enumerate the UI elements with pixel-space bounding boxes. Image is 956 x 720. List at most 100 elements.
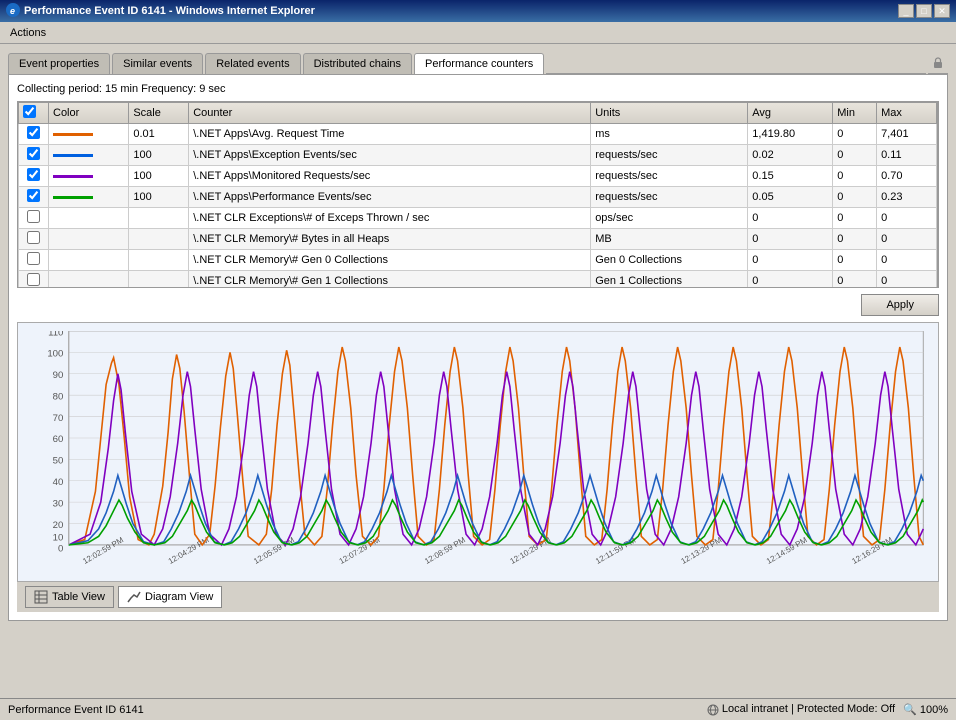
- app-icon: e: [6, 3, 20, 20]
- row-checkbox-1[interactable]: [27, 147, 40, 160]
- diagram-icon: [127, 590, 141, 604]
- table-row: 100\.NET Apps\Exception Events/secreques…: [19, 145, 937, 166]
- tab-related-events[interactable]: Related events: [205, 53, 300, 74]
- table-row: 100\.NET Apps\Performance Events/secrequ…: [19, 187, 937, 208]
- avg-cell-7: 0: [748, 271, 833, 288]
- min-cell-7: 0: [833, 271, 877, 288]
- scale-cell-2: 100: [129, 166, 189, 187]
- units-cell-1: requests/sec: [591, 145, 748, 166]
- svg-text:10: 10: [53, 533, 64, 544]
- chart-svg: 110 100 90 80 70 60 50 40 30 20 10 0 12:…: [26, 331, 934, 577]
- avg-cell-1: 0.02: [748, 145, 833, 166]
- scale-cell-6: [129, 250, 189, 271]
- svg-text:110: 110: [48, 331, 63, 338]
- table-row: \.NET CLR Exceptions\# of Exceps Thrown …: [19, 208, 937, 229]
- table-view-label: Table View: [52, 591, 105, 603]
- close-button[interactable]: ✕: [934, 4, 950, 18]
- counter-cell-0: \.NET Apps\Avg. Request Time: [189, 124, 591, 145]
- tab-distributed-chains[interactable]: Distributed chains: [303, 53, 412, 74]
- avg-cell-2: 0.15: [748, 166, 833, 187]
- window-title: Performance Event ID 6141 - Windows Inte…: [24, 5, 315, 17]
- color-swatch-3: [53, 196, 93, 199]
- zoom-level: 🔍 100%: [903, 703, 948, 716]
- row-checkbox-7[interactable]: [27, 273, 40, 286]
- status-bar: Performance Event ID 6141 Local intranet…: [0, 698, 956, 720]
- color-cell-2: [49, 166, 129, 187]
- avg-cell-6: 0: [748, 250, 833, 271]
- main-content: Event properties Similar events Related …: [0, 44, 956, 676]
- minimize-button[interactable]: _: [898, 4, 914, 18]
- color-cell-3: [49, 187, 129, 208]
- table-view-tab[interactable]: Table View: [25, 586, 114, 608]
- row-checkbox-5[interactable]: [27, 231, 40, 244]
- svg-text:80: 80: [53, 391, 64, 402]
- counter-cell-7: \.NET CLR Memory\# Gen 1 Collections: [189, 271, 591, 288]
- counter-cell-6: \.NET CLR Memory\# Gen 0 Collections: [189, 250, 591, 271]
- tab-similar-events[interactable]: Similar events: [112, 53, 203, 74]
- color-cell-0: [49, 124, 129, 145]
- max-cell-3: 0.23: [877, 187, 937, 208]
- tab-performance-counters[interactable]: Performance counters: [414, 53, 544, 74]
- row-checkbox-6[interactable]: [27, 252, 40, 265]
- units-cell-0: ms: [591, 124, 748, 145]
- row-checkbox-4[interactable]: [27, 210, 40, 223]
- row-checkbox-0[interactable]: [27, 126, 40, 139]
- counter-cell-3: \.NET Apps\Performance Events/sec: [189, 187, 591, 208]
- max-cell-4: 0: [877, 208, 937, 229]
- col-max: Max: [877, 103, 937, 124]
- counter-table: Color Scale Counter Units Avg Min Max 0.…: [18, 102, 937, 287]
- actions-menu[interactable]: Actions: [4, 25, 52, 41]
- min-cell-4: 0: [833, 208, 877, 229]
- table-icon: [34, 590, 48, 604]
- table-scroll[interactable]: Color Scale Counter Units Avg Min Max 0.…: [18, 102, 938, 287]
- min-cell-5: 0: [833, 229, 877, 250]
- diagram-view-label: Diagram View: [145, 591, 213, 603]
- min-cell-1: 0: [833, 145, 877, 166]
- col-check: [19, 103, 49, 124]
- col-scale: Scale: [129, 103, 189, 124]
- bottom-tabs: Table View Diagram View: [17, 582, 939, 612]
- counter-cell-2: \.NET Apps\Monitored Requests/sec: [189, 166, 591, 187]
- avg-cell-5: 0: [748, 229, 833, 250]
- units-cell-6: Gen 0 Collections: [591, 250, 748, 271]
- scale-cell-5: [129, 229, 189, 250]
- avg-cell-4: 0: [748, 208, 833, 229]
- units-cell-4: ops/sec: [591, 208, 748, 229]
- max-cell-6: 0: [877, 250, 937, 271]
- table-row: 0.01\.NET Apps\Avg. Request Timems1,419.…: [19, 124, 937, 145]
- col-units: Units: [591, 103, 748, 124]
- max-cell-5: 0: [877, 229, 937, 250]
- window-controls: _ □ ✕: [898, 4, 950, 18]
- apply-button[interactable]: Apply: [861, 294, 939, 316]
- chart-area: 110 100 90 80 70 60 50 40 30 20 10 0 12:…: [17, 322, 939, 582]
- table-row: \.NET CLR Memory\# Gen 0 CollectionsGen …: [19, 250, 937, 271]
- select-all-checkbox[interactable]: [23, 105, 36, 118]
- globe-icon: [707, 704, 719, 716]
- min-cell-0: 0: [833, 124, 877, 145]
- maximize-button[interactable]: □: [916, 4, 932, 18]
- color-swatch-1: [53, 154, 93, 157]
- color-swatch-0: [53, 133, 93, 136]
- max-cell-0: 7,401: [877, 124, 937, 145]
- scale-cell-0: 0.01: [129, 124, 189, 145]
- color-cell-7: [49, 271, 129, 288]
- svg-text:90: 90: [53, 370, 64, 381]
- color-cell-6: [49, 250, 129, 271]
- units-cell-5: MB: [591, 229, 748, 250]
- units-cell-2: requests/sec: [591, 166, 748, 187]
- col-avg: Avg: [748, 103, 833, 124]
- color-cell-1: [49, 145, 129, 166]
- zone-info: Local intranet | Protected Mode: Off: [707, 703, 895, 715]
- counter-cell-1: \.NET Apps\Exception Events/sec: [189, 145, 591, 166]
- color-swatch-2: [53, 175, 93, 178]
- menu-bar: Actions: [0, 22, 956, 44]
- status-text: Performance Event ID 6141: [8, 704, 144, 716]
- title-bar: e Performance Event ID 6141 - Windows In…: [0, 0, 956, 22]
- units-cell-7: Gen 1 Collections: [591, 271, 748, 288]
- max-cell-2: 0.70: [877, 166, 937, 187]
- diagram-view-tab[interactable]: Diagram View: [118, 586, 222, 608]
- row-checkbox-2[interactable]: [27, 168, 40, 181]
- tab-event-properties[interactable]: Event properties: [8, 53, 110, 74]
- min-cell-2: 0: [833, 166, 877, 187]
- row-checkbox-3[interactable]: [27, 189, 40, 202]
